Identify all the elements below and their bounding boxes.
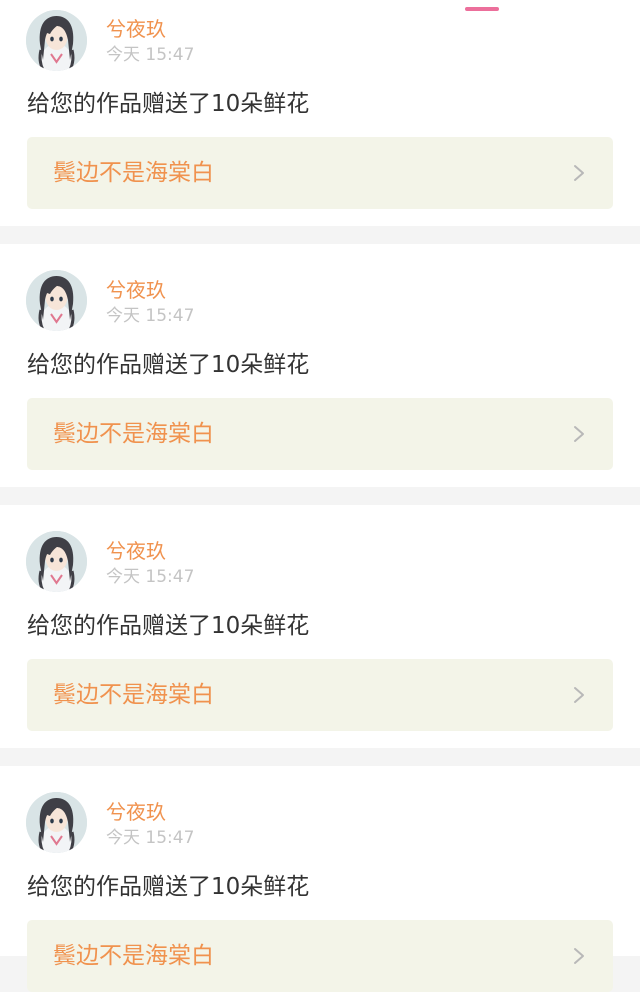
timestamp: 今天 15:47 [106, 828, 195, 848]
notification-card: 兮夜玖 今天 15:47 给您的作品赠送了10朵鲜花 鬓边不是海棠白 [0, 0, 640, 226]
chevron-right-icon [573, 947, 585, 965]
gift-message: 给您的作品赠送了10朵鲜花 [27, 352, 310, 378]
anime-girl-avatar-icon[interactable] [26, 10, 87, 71]
gift-message: 给您的作品赠送了10朵鲜花 [27, 91, 310, 117]
timestamp: 今天 15:47 [106, 567, 195, 587]
chevron-right-icon [573, 164, 585, 182]
work-title: 鬓边不是海棠白 [53, 160, 214, 186]
work-link[interactable]: 鬓边不是海棠白 [27, 920, 613, 992]
timestamp: 今天 15:47 [106, 306, 195, 326]
anime-girl-avatar-icon[interactable] [26, 270, 87, 331]
user-name[interactable]: 兮夜玖 [106, 799, 166, 825]
notification-card: 兮夜玖 今天 15:47 给您的作品赠送了10朵鲜花 鬓边不是海棠白 [0, 505, 640, 748]
user-name[interactable]: 兮夜玖 [106, 538, 166, 564]
gift-message: 给您的作品赠送了10朵鲜花 [27, 874, 310, 900]
notification-card: 兮夜玖 今天 15:47 给您的作品赠送了10朵鲜花 鬓边不是海棠白 [0, 244, 640, 487]
user-name[interactable]: 兮夜玖 [106, 277, 166, 303]
chevron-right-icon [573, 686, 585, 704]
user-name[interactable]: 兮夜玖 [106, 16, 166, 42]
timestamp: 今天 15:47 [106, 45, 195, 65]
notification-card: 兮夜玖 今天 15:47 给您的作品赠送了10朵鲜花 鬓边不是海棠白 [0, 766, 640, 992]
anime-girl-avatar-icon[interactable] [26, 531, 87, 592]
work-link[interactable]: 鬓边不是海棠白 [27, 659, 613, 731]
gift-message: 给您的作品赠送了10朵鲜花 [27, 613, 310, 639]
work-title: 鬓边不是海棠白 [53, 682, 214, 708]
active-tab-indicator [465, 7, 499, 11]
work-title: 鬓边不是海棠白 [53, 943, 214, 969]
work-link[interactable]: 鬓边不是海棠白 [27, 137, 613, 209]
work-link[interactable]: 鬓边不是海棠白 [27, 398, 613, 470]
work-title: 鬓边不是海棠白 [53, 421, 214, 447]
anime-girl-avatar-icon[interactable] [26, 792, 87, 853]
chevron-right-icon [573, 425, 585, 443]
